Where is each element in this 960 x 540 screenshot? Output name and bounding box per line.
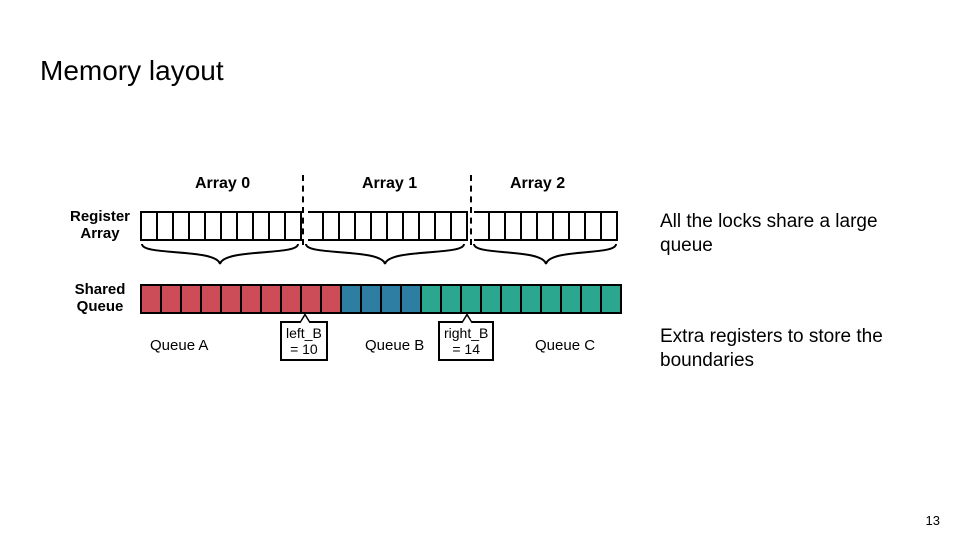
array-1-label: Array 1: [362, 175, 417, 193]
shared-queue-bottom-labels: Queue A left_B = 10 Queue B right_B = 14…: [140, 315, 640, 371]
register-cell: [206, 211, 222, 241]
note-boundaries: Extra registers to store the boundaries: [660, 325, 910, 373]
register-cell: [222, 211, 238, 241]
register-cell: [474, 211, 490, 241]
register-cell: [142, 211, 158, 241]
register-cell: [490, 211, 506, 241]
register-cell: [158, 211, 174, 241]
shared-queue-cell: [502, 284, 522, 314]
shared-queue-cell: [482, 284, 502, 314]
shared-queue-cell: [242, 284, 262, 314]
register-cell: [388, 211, 404, 241]
page-title: Memory layout: [40, 55, 224, 87]
shared-queue-row: Shared Queue: [60, 282, 640, 315]
register-cell: [452, 211, 468, 241]
array-0-label: Array 0: [195, 175, 250, 193]
register-cell: [340, 211, 356, 241]
register-array-cells: [140, 211, 618, 241]
shared-queue-cell: [602, 284, 622, 314]
shared-queue-cells: [140, 284, 622, 314]
shared-queue-cell: [182, 284, 202, 314]
shared-queue-cell: [582, 284, 602, 314]
shared-queue-cell: [262, 284, 282, 314]
shared-queue-cell: [382, 284, 402, 314]
register-cell: [522, 211, 538, 241]
register-cell: [420, 211, 436, 241]
shared-queue-cell: [202, 284, 222, 314]
register-cell: [356, 211, 372, 241]
shared-queue-cell: [522, 284, 542, 314]
shared-queue-cell: [282, 284, 302, 314]
register-cell: [308, 211, 324, 241]
register-cell: [602, 211, 618, 241]
shared-queue-cell: [142, 284, 162, 314]
register-array-row: Register Array: [60, 209, 640, 242]
shared-queue-cell: [542, 284, 562, 314]
left-b-register-box: left_B = 10: [280, 321, 328, 361]
register-cell: [286, 211, 302, 241]
register-cell: [254, 211, 270, 241]
register-cell: [270, 211, 286, 241]
shared-queue-cell: [462, 284, 482, 314]
memory-layout-diagram: Array 0 Array 1 Array 2 Register Array S…: [60, 175, 640, 371]
queue-b-label: Queue B: [365, 337, 424, 354]
register-cell: [174, 211, 190, 241]
shared-queue-cell: [302, 284, 322, 314]
register-cell: [436, 211, 452, 241]
right-b-register-box: right_B = 14: [438, 321, 494, 361]
shared-queue-cell: [422, 284, 442, 314]
shared-queue-cell: [222, 284, 242, 314]
register-cell: [570, 211, 586, 241]
shared-queue-cell: [562, 284, 582, 314]
register-array-group-labels: Array 0 Array 1 Array 2: [140, 175, 640, 203]
register-cell: [554, 211, 570, 241]
register-cell: [538, 211, 554, 241]
register-cell: [324, 211, 340, 241]
shared-queue-cell: [402, 284, 422, 314]
shared-queue-cell: [442, 284, 462, 314]
shared-queue-caption: Shared Queue: [60, 282, 140, 315]
register-cell: [506, 211, 522, 241]
shared-queue-cell: [342, 284, 362, 314]
register-array-caption: Register Array: [60, 209, 140, 242]
register-cell: [190, 211, 206, 241]
page-number: 13: [926, 513, 940, 528]
register-array-braces: [140, 242, 640, 272]
queue-c-label: Queue C: [535, 337, 595, 354]
shared-queue-cell: [162, 284, 182, 314]
register-cell: [404, 211, 420, 241]
array-2-label: Array 2: [510, 175, 565, 193]
register-cell: [372, 211, 388, 241]
brace-icons: [140, 242, 620, 272]
note-shared-queue: All the locks share a large queue: [660, 210, 910, 258]
register-cell: [586, 211, 602, 241]
register-cell: [238, 211, 254, 241]
shared-queue-cell: [362, 284, 382, 314]
queue-a-label: Queue A: [150, 337, 208, 354]
shared-queue-cell: [322, 284, 342, 314]
